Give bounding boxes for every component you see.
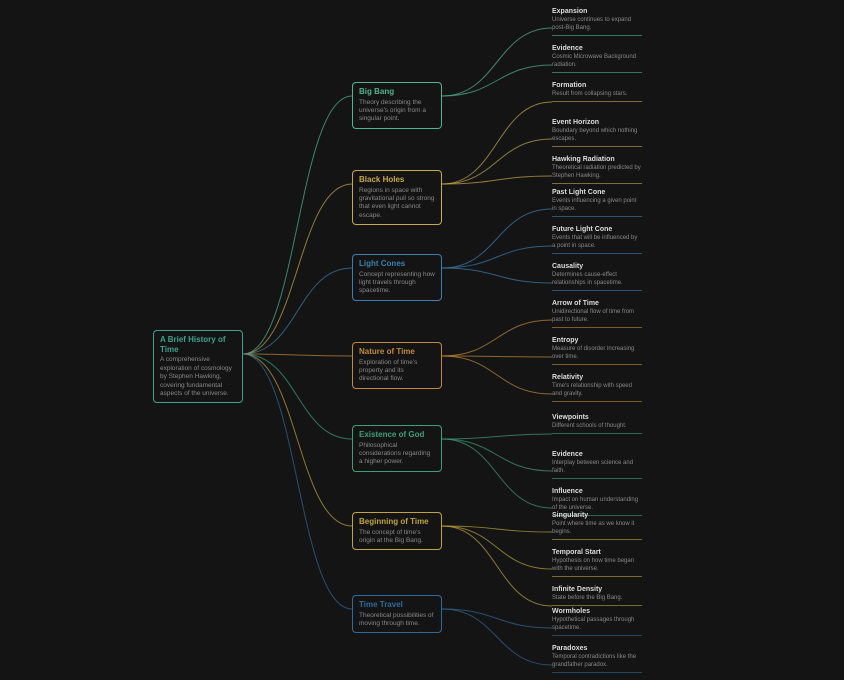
mid-desc: Exploration of time's property and its d… xyxy=(359,359,435,384)
mid-node[interactable]: Light Cones Concept representing how ligh… xyxy=(352,254,442,301)
leaf-underline xyxy=(552,605,642,606)
mid-desc: Theoretical possibilities of moving thro… xyxy=(359,612,435,629)
mid-title: Light Cones xyxy=(359,259,435,269)
leaf-title: Relativity xyxy=(552,374,642,382)
leaf-node[interactable]: FormationResult from collapsing stars. xyxy=(552,82,642,102)
leaf-underline xyxy=(552,433,642,434)
leaf-desc: Boundary beyond which nothing escapes. xyxy=(552,128,642,144)
leaf-desc: Cosmic Microwave Background radiation. xyxy=(552,54,642,70)
leaf-node[interactable]: WormholesHypothetical passages through s… xyxy=(552,608,642,636)
mid-desc: Concept representing how light travels t… xyxy=(359,271,435,296)
leaf-title: Expansion xyxy=(552,8,642,16)
leaf-desc: Temporal contradictions like the grandfa… xyxy=(552,654,642,670)
leaf-node[interactable]: SingularityPoint where time as we know i… xyxy=(552,512,642,540)
leaf-title: Causality xyxy=(552,263,642,271)
leaf-underline xyxy=(552,539,642,540)
leaf-desc: Result from collapsing stars. xyxy=(552,91,642,99)
leaf-underline xyxy=(552,401,642,402)
leaf-title: Viewpoints xyxy=(552,414,642,422)
leaf-node[interactable]: EvidenceCosmic Microwave Background radi… xyxy=(552,45,642,73)
leaf-desc: Events influencing a given point in spac… xyxy=(552,198,642,214)
root-node[interactable]: A Brief History of Time A comprehensive … xyxy=(153,330,243,403)
leaf-node[interactable]: RelativityTime's relationship with speed… xyxy=(552,374,642,402)
leaf-desc: Unidirectional flow of time from past to… xyxy=(552,309,642,325)
leaf-desc: Different schools of thought. xyxy=(552,423,642,431)
root-title: A Brief History of Time xyxy=(160,335,236,354)
mid-node[interactable]: Time Travel Theoretical possibilities of … xyxy=(352,595,442,633)
root-desc: A comprehensive exploration of cosmology… xyxy=(160,356,236,398)
leaf-node[interactable]: Arrow of TimeUnidirectional flow of time… xyxy=(552,300,642,328)
leaf-node[interactable]: Past Light ConeEvents influencing a give… xyxy=(552,189,642,217)
leaf-title: Temporal Start xyxy=(552,549,642,557)
leaf-underline xyxy=(552,327,642,328)
leaf-node[interactable]: Future Light ConeEvents that will be inf… xyxy=(552,226,642,254)
mid-title: Existence of God xyxy=(359,430,435,440)
leaf-underline xyxy=(552,183,642,184)
mid-node[interactable]: Black Holes Regions in space with gravita… xyxy=(352,170,442,225)
leaf-desc: Hypothetical passages through spacetime. xyxy=(552,617,642,633)
leaf-underline xyxy=(552,672,642,673)
mid-node[interactable]: Beginning of Time The concept of time's o… xyxy=(352,512,442,550)
leaf-node[interactable]: EvidenceInterplay between science and fa… xyxy=(552,451,642,479)
leaf-underline xyxy=(552,101,642,102)
leaf-underline xyxy=(552,576,642,577)
leaf-underline xyxy=(552,253,642,254)
leaf-desc: Events that will be influenced by a poin… xyxy=(552,235,642,251)
leaf-title: Formation xyxy=(552,82,642,90)
leaf-desc: Theoretical radiation predicted by Steph… xyxy=(552,165,642,181)
leaf-title: Past Light Cone xyxy=(552,189,642,197)
leaf-title: Wormholes xyxy=(552,608,642,616)
mid-node[interactable]: Nature of Time Exploration of time's prop… xyxy=(352,342,442,389)
leaf-node[interactable]: Infinite DensityState before the Big Ban… xyxy=(552,586,642,606)
leaf-underline xyxy=(552,364,642,365)
leaf-node[interactable]: Temporal StartHypothesis on how time beg… xyxy=(552,549,642,577)
leaf-underline xyxy=(552,216,642,217)
mid-desc: Philosophical considerations regarding a… xyxy=(359,442,435,467)
leaf-title: Event Horizon xyxy=(552,119,642,127)
leaf-title: Infinite Density xyxy=(552,586,642,594)
mid-node[interactable]: Existence of God Philosophical considerat… xyxy=(352,425,442,472)
leaf-underline xyxy=(552,635,642,636)
leaf-desc: State before the Big Bang. xyxy=(552,595,642,603)
leaf-node[interactable]: ExpansionUniverse continues to expand po… xyxy=(552,8,642,36)
leaf-desc: Impact on human understanding of the uni… xyxy=(552,497,642,513)
mid-desc: Theory describing the universe's origin … xyxy=(359,99,435,124)
leaf-title: Singularity xyxy=(552,512,642,520)
leaf-title: Influence xyxy=(552,488,642,496)
leaf-node[interactable]: Hawking RadiationTheoretical radiation p… xyxy=(552,156,642,184)
leaf-desc: Point where time as we know it begins. xyxy=(552,521,642,537)
leaf-node[interactable]: Event HorizonBoundary beyond which nothi… xyxy=(552,119,642,147)
leaf-title: Evidence xyxy=(552,45,642,53)
mid-desc: Regions in space with gravitational pull… xyxy=(359,187,435,221)
leaf-node[interactable]: ParadoxesTemporal contradictions like th… xyxy=(552,645,642,673)
mid-desc: The concept of time's origin at the Big … xyxy=(359,529,435,546)
leaf-node[interactable]: EntropyMeasure of disorder increasing ov… xyxy=(552,337,642,365)
leaf-desc: Universe continues to expand post-Big Ba… xyxy=(552,17,642,33)
leaf-desc: Determines cause-effect relationships in… xyxy=(552,272,642,288)
mid-title: Nature of Time xyxy=(359,347,435,357)
leaf-underline xyxy=(552,146,642,147)
leaf-title: Evidence xyxy=(552,451,642,459)
leaf-underline xyxy=(552,35,642,36)
mid-title: Big Bang xyxy=(359,87,435,97)
mid-title: Black Holes xyxy=(359,175,435,185)
leaf-title: Paradoxes xyxy=(552,645,642,653)
mid-title: Beginning of Time xyxy=(359,517,435,527)
leaf-desc: Measure of disorder increasing over time… xyxy=(552,346,642,362)
leaf-desc: Hypothesis on how time began with the un… xyxy=(552,558,642,574)
leaf-underline xyxy=(552,72,642,73)
leaf-underline xyxy=(552,478,642,479)
leaf-title: Arrow of Time xyxy=(552,300,642,308)
leaf-underline xyxy=(552,290,642,291)
leaf-title: Future Light Cone xyxy=(552,226,642,234)
mid-node[interactable]: Big Bang Theory describing the universe's… xyxy=(352,82,442,129)
mid-title: Time Travel xyxy=(359,600,435,610)
leaf-node[interactable]: ViewpointsDifferent schools of thought. xyxy=(552,414,642,434)
leaf-title: Hawking Radiation xyxy=(552,156,642,164)
leaf-node[interactable]: CausalityDetermines cause-effect relatio… xyxy=(552,263,642,291)
leaf-desc: Time's relationship with speed and gravi… xyxy=(552,383,642,399)
leaf-title: Entropy xyxy=(552,337,642,345)
leaf-desc: Interplay between science and faith. xyxy=(552,460,642,476)
